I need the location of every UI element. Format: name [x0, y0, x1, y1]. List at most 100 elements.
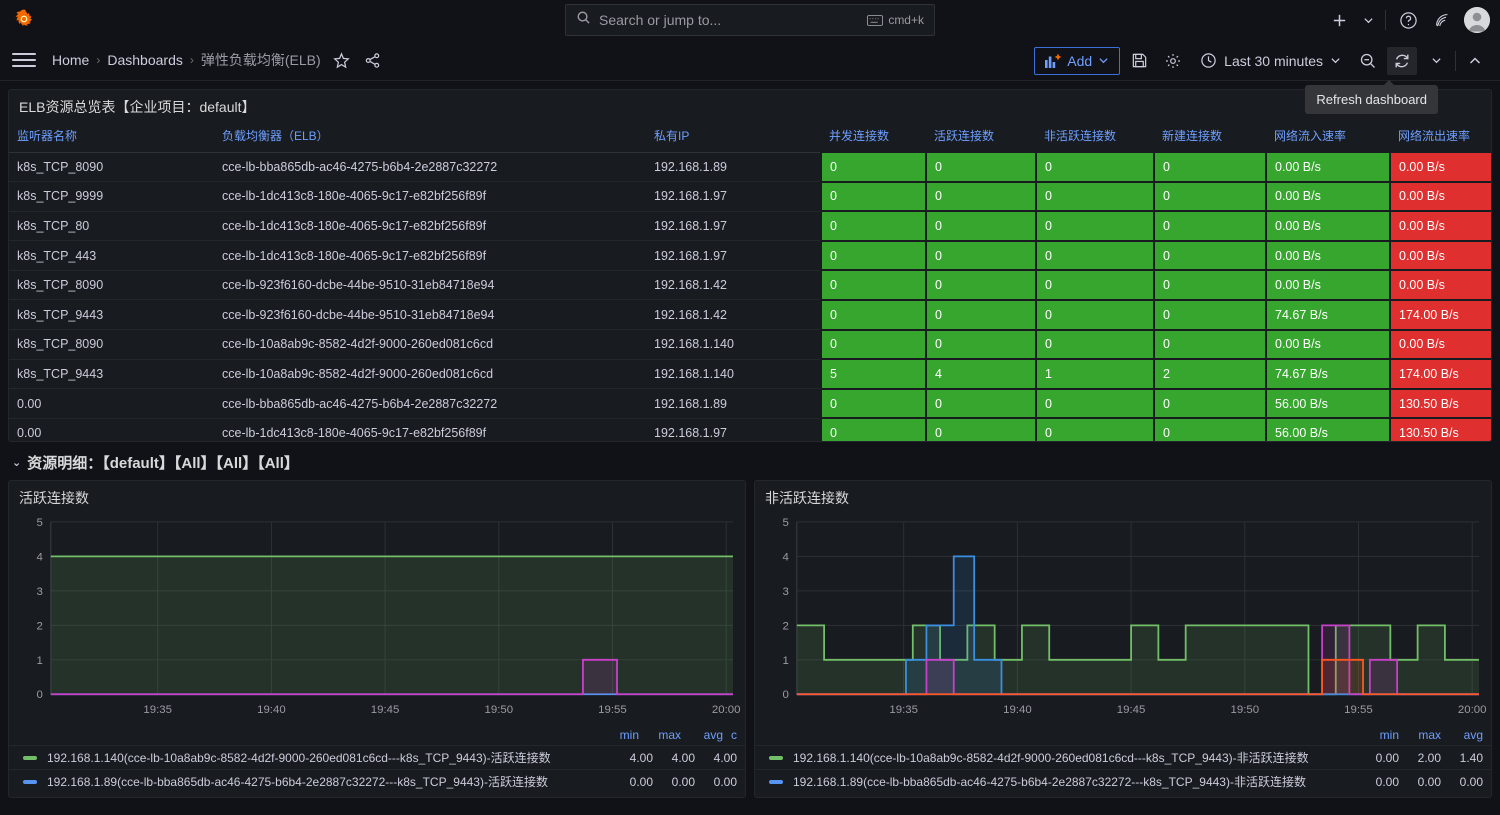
refresh-dashboard-button[interactable]: [1387, 47, 1417, 75]
dashboard-toolbar: Add Last 30 minutes: [1034, 40, 1490, 81]
x-axis-tick: 20:00: [712, 704, 741, 716]
y-axis-tick: 4: [783, 551, 790, 563]
time-range-picker[interactable]: Last 30 minutes: [1192, 47, 1349, 75]
table-column-header[interactable]: 并发连接数: [821, 123, 926, 152]
breadcrumb-item-home[interactable]: Home: [52, 52, 89, 68]
share-nodes-icon[interactable]: [363, 50, 383, 70]
legend-series-label[interactable]: 192.168.1.89(cce-lb-bba865db-ac46-4275-b…: [793, 773, 1357, 790]
add-panel-button[interactable]: Add: [1034, 47, 1120, 75]
table-column-header[interactable]: 非活跃连接数: [1036, 123, 1154, 152]
x-axis-tick: 19:40: [1003, 704, 1032, 716]
legend-stat-value: 0.00: [653, 775, 695, 789]
collapse-toolbar-button[interactable]: [1460, 47, 1490, 75]
table-column-header[interactable]: 负载均衡器（ELB）: [214, 123, 646, 152]
inactive-connections-plot[interactable]: 01234519:3519:4019:4519:5019:5520:00: [765, 514, 1481, 724]
table-cell: 0: [821, 389, 926, 419]
table-cell: 0: [1154, 270, 1266, 300]
table-cell: 0: [1036, 330, 1154, 360]
star-outline-icon[interactable]: [332, 50, 352, 70]
table-cell: 0: [1154, 418, 1266, 442]
table-row: k8s_TCP_443cce-lb-1dc413c8-180e-4065-9c1…: [9, 241, 1492, 271]
grafana-logo-icon[interactable]: [10, 6, 38, 34]
table-cell: k8s_TCP_8090: [9, 270, 214, 300]
legend-stat-header[interactable]: avg: [681, 728, 723, 742]
refresh-interval-dropdown[interactable]: [1421, 47, 1451, 75]
table-cell: 192.168.1.42: [646, 300, 821, 330]
table-column-header[interactable]: 私有IP: [646, 123, 821, 152]
table-cell: 192.168.1.97: [646, 241, 821, 271]
y-axis-tick: 0: [783, 689, 789, 701]
table-cell: 0: [1154, 241, 1266, 271]
elb-overview-table-panel: ELB资源总览表【企业项目：default】 监听器名称负载均衡器（ELB）私有…: [8, 89, 1492, 442]
table-cell: 0.00: [9, 389, 214, 419]
help-circle-icon[interactable]: [1396, 8, 1420, 32]
hamburger-menu-icon[interactable]: [12, 48, 36, 72]
elb-overview-table: 监听器名称负载均衡器（ELB）私有IP并发连接数活跃连接数非活跃连接数新建连接数…: [9, 123, 1492, 442]
inactive-connections-panel: 非活跃连接数 01234519:3519:4019:4519:5019:5520…: [754, 480, 1492, 798]
breadcrumb-item-dashboards[interactable]: Dashboards: [107, 52, 183, 68]
table-cell: 0: [926, 152, 1036, 182]
breadcrumb-separator: ›: [96, 53, 100, 67]
row-section-header[interactable]: ⌄ 资源明细：【default】【All】【All】【All】: [12, 448, 1490, 476]
table-cell: cce-lb-923f6160-dcbe-44be-9510-31eb84718…: [214, 300, 646, 330]
search-icon: [576, 10, 591, 30]
chevron-down-icon: [1330, 55, 1341, 66]
dashboard-settings-button[interactable]: [1158, 47, 1188, 75]
breadcrumb-item-current[interactable]: 弹性负载均衡(ELB): [201, 50, 321, 70]
table-column-header[interactable]: 活跃连接数: [926, 123, 1036, 152]
table-cell: 0.00 B/s: [1266, 152, 1390, 182]
y-axis-tick: 3: [783, 586, 789, 598]
legend-stat-value: 0.00: [1399, 775, 1441, 789]
table-cell: 0: [1036, 389, 1154, 419]
top-bar: Search or jump to... cmd+k: [0, 0, 1500, 40]
plus-icon[interactable]: [1327, 8, 1351, 32]
divider: [1455, 51, 1456, 71]
table-cell: 0.00 B/s: [1390, 211, 1492, 241]
table-cell: 174.00 B/s: [1390, 359, 1492, 389]
legend-stat-header[interactable]: min: [1357, 728, 1399, 742]
table-cell: 2: [1154, 359, 1266, 389]
legend-stat-header[interactable]: min: [597, 728, 639, 742]
legend-row[interactable]: 192.168.1.89(cce-lb-bba865db-ac46-4275-b…: [9, 769, 745, 793]
chevron-down-icon: [1431, 55, 1442, 66]
table-column-header[interactable]: 网络流入速率: [1266, 123, 1390, 152]
save-dashboard-button[interactable]: [1124, 47, 1154, 75]
search-input[interactable]: Search or jump to... cmd+k: [565, 4, 935, 36]
chevron-down-icon[interactable]: [1361, 8, 1375, 32]
legend-row[interactable]: 192.168.1.89(cce-lb-bba865db-ac46-4275-b…: [755, 769, 1491, 793]
table-cell: k8s_TCP_9443: [9, 359, 214, 389]
table-row: k8s_TCP_8090cce-lb-10a8ab9c-8582-4d2f-90…: [9, 330, 1492, 360]
legend-stat-header[interactable]: max: [1399, 728, 1441, 742]
table-cell: 192.168.1.97: [646, 418, 821, 442]
legend-row[interactable]: 192.168.1.140(cce-lb-10a8ab9c-8582-4d2f-…: [755, 745, 1491, 769]
zoom-out-time-button[interactable]: [1353, 47, 1383, 75]
dashboard-nav-bar: Home › Dashboards › 弹性负载均衡(ELB) Add: [0, 40, 1500, 81]
active-connections-plot[interactable]: 01234519:3519:4019:4519:5019:5520:00: [19, 514, 735, 724]
news-rss-icon[interactable]: [1430, 8, 1454, 32]
legend-color-swatch: [769, 756, 783, 760]
y-axis-tick: 1: [37, 655, 43, 667]
legend-stat-header[interactable]: avg: [1441, 728, 1483, 742]
legend-stat-value: 0.00: [1357, 775, 1399, 789]
legend-header: minmaxavg: [755, 728, 1491, 742]
legend-row[interactable]: 192.168.1.140(cce-lb-10a8ab9c-8582-4d2f-…: [9, 745, 745, 769]
table-cell: 0.00 B/s: [1266, 270, 1390, 300]
active-connections-panel: 活跃连接数 01234519:3519:4019:4519:5019:5520:…: [8, 480, 746, 798]
legend-series-label[interactable]: 192.168.1.89(cce-lb-bba865db-ac46-4275-b…: [47, 773, 611, 790]
y-axis-tick: 5: [37, 517, 43, 529]
table-column-header[interactable]: 网络流出速率: [1390, 123, 1492, 152]
legend-stat-header[interactable]: c: [723, 728, 737, 742]
table-cell: 0: [1036, 182, 1154, 212]
table-row: k8s_TCP_9999cce-lb-1dc413c8-180e-4065-9c…: [9, 182, 1492, 212]
table-column-header[interactable]: 监听器名称: [9, 123, 214, 152]
table-cell: 0: [1036, 418, 1154, 442]
legend-stat-header[interactable]: max: [639, 728, 681, 742]
y-axis-tick: 1: [783, 655, 789, 667]
search-shortcut-text: cmd+k: [888, 13, 924, 27]
legend-series-label[interactable]: 192.168.1.140(cce-lb-10a8ab9c-8582-4d2f-…: [47, 749, 611, 766]
avatar[interactable]: [1464, 7, 1490, 33]
table-column-header[interactable]: 新建连接数: [1154, 123, 1266, 152]
breadcrumb-separator: ›: [190, 53, 194, 67]
table-cell: 0.00 B/s: [1390, 270, 1492, 300]
legend-series-label[interactable]: 192.168.1.140(cce-lb-10a8ab9c-8582-4d2f-…: [793, 749, 1357, 766]
